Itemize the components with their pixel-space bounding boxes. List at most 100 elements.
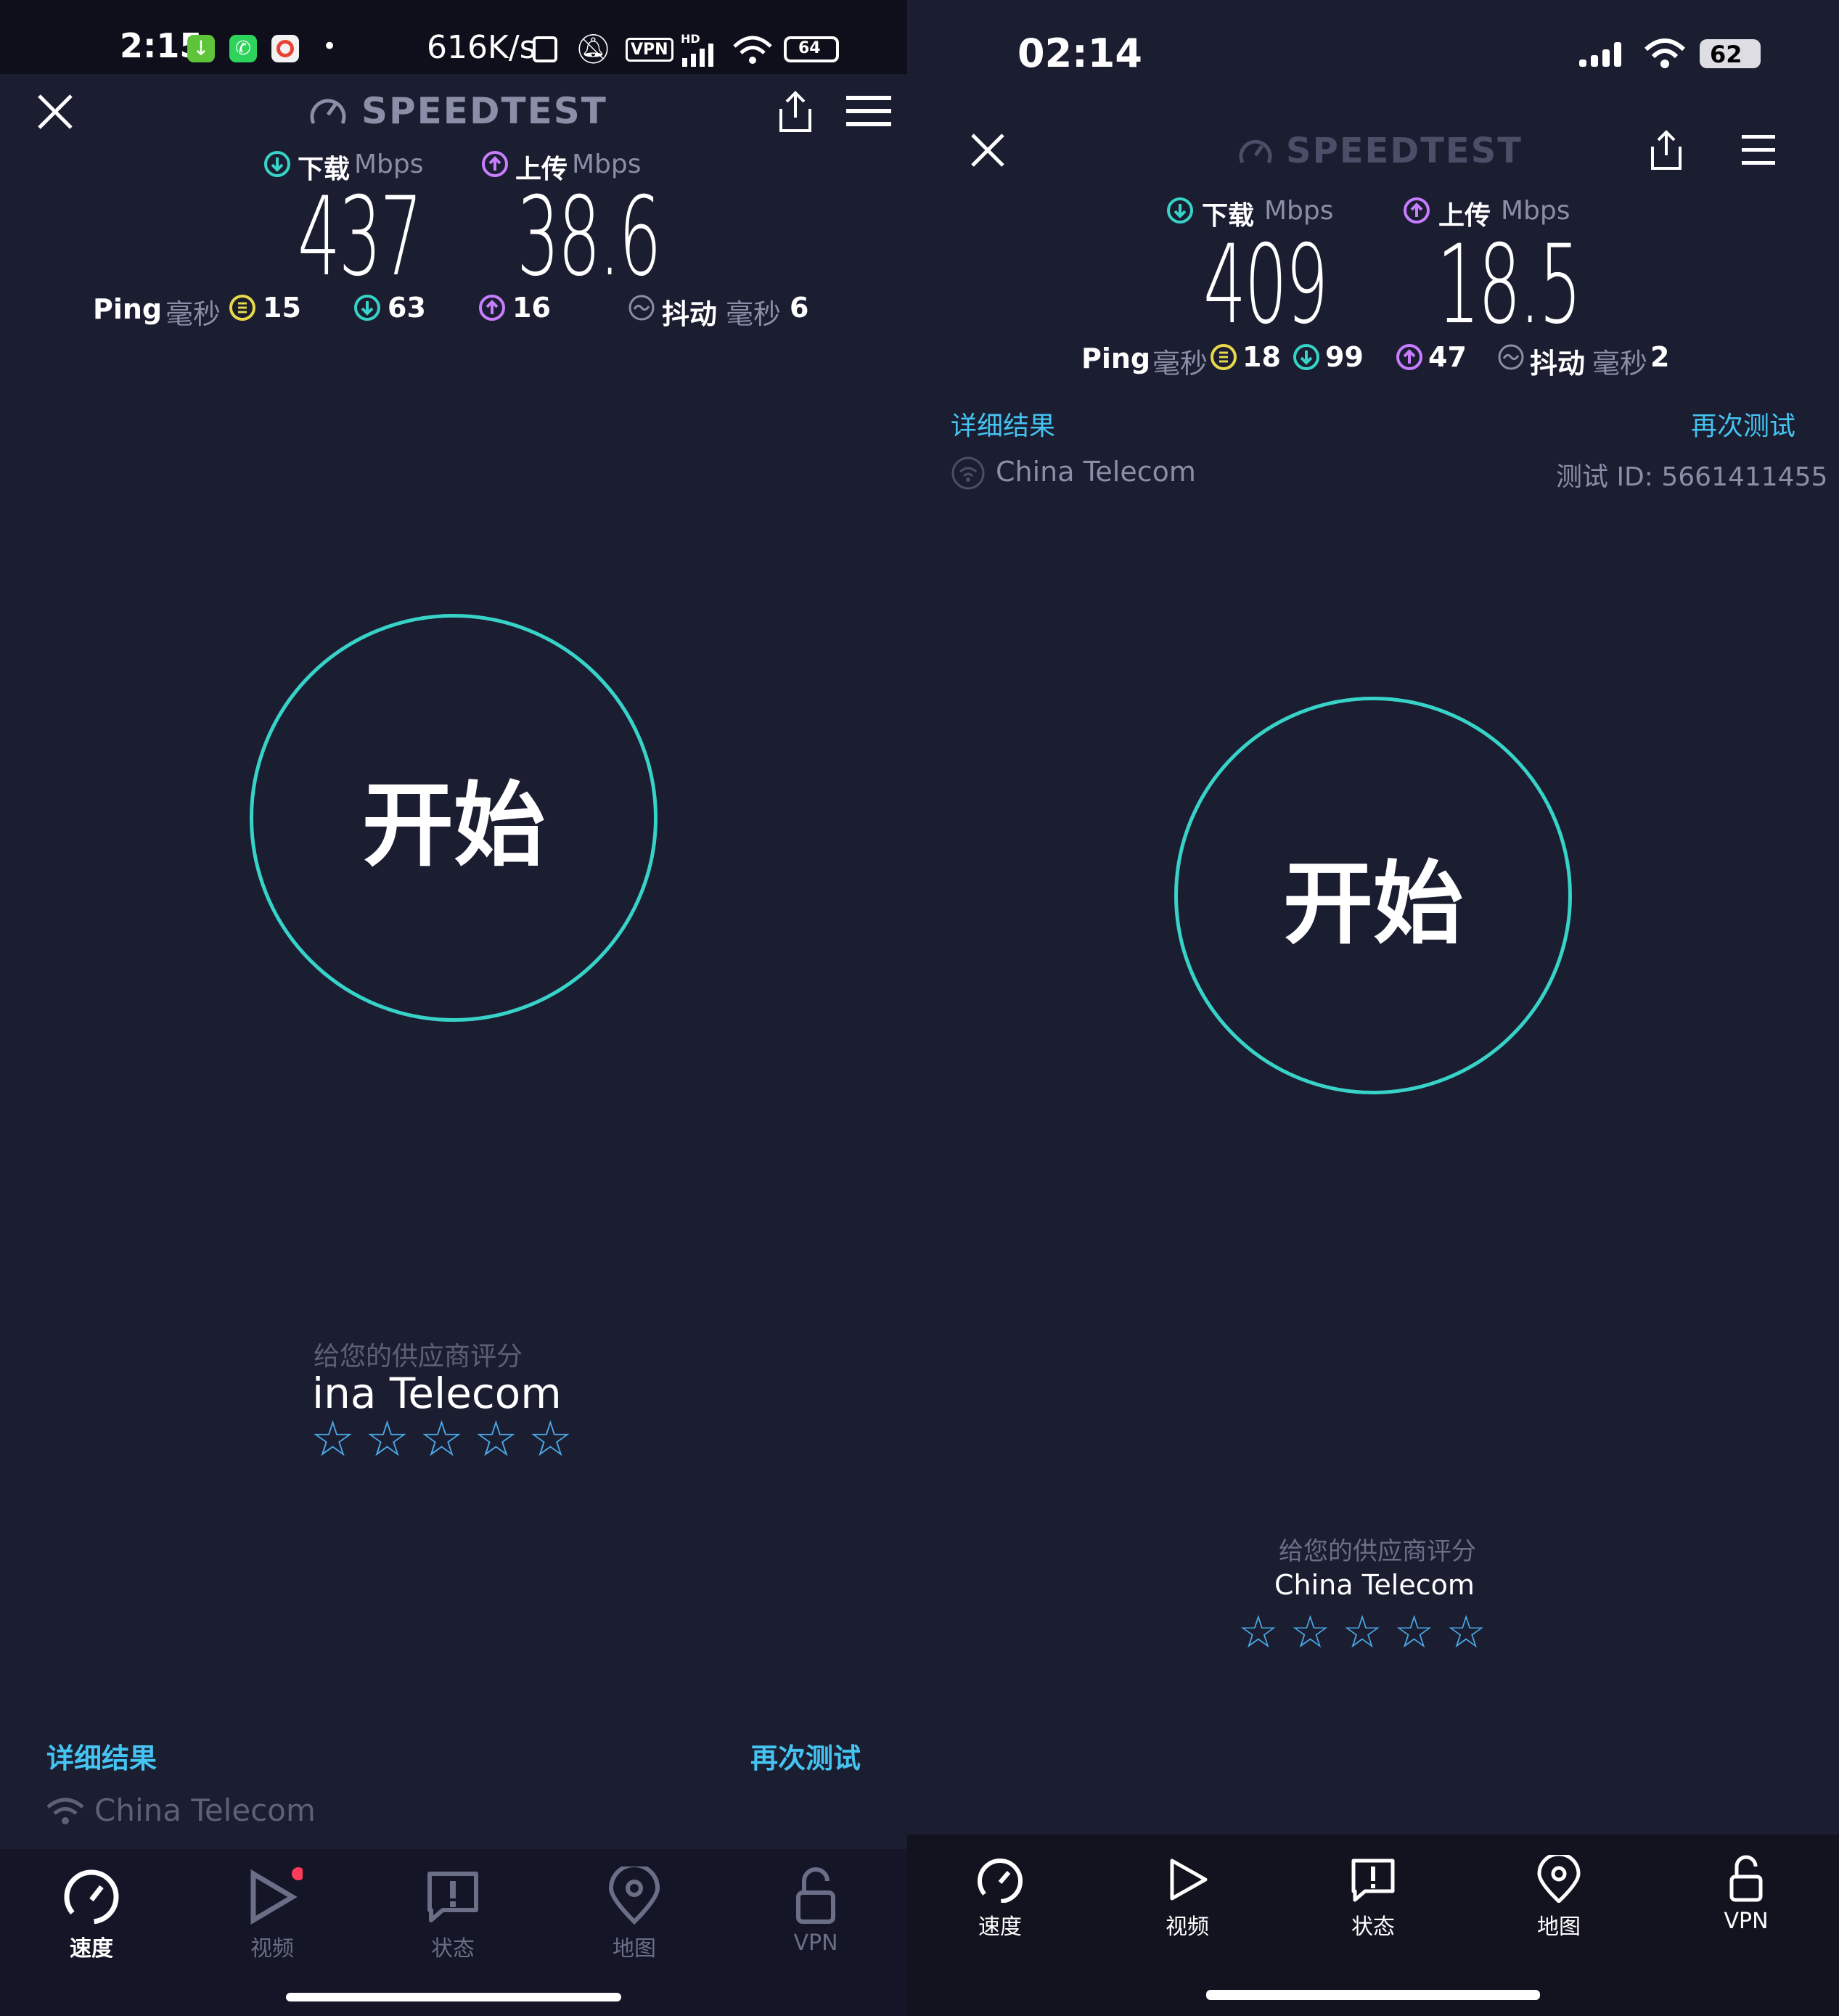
wifi-provider-icon [46, 1798, 84, 1824]
nav-map[interactable]: 地图 [1486, 1855, 1631, 1941]
home-indicator [286, 1993, 621, 2001]
jitter-unit: 毫秒 [726, 298, 782, 330]
wifi-provider-icon [951, 456, 985, 490]
bottom-nav: 速度 视频 状态 地图 VPN [907, 1835, 1839, 2016]
nav-map-label: 地图 [1537, 1914, 1581, 1940]
ping-label: Ping [93, 293, 163, 325]
ping-down-value: 99 [1325, 341, 1364, 373]
browser-app-ring-icon [277, 40, 294, 57]
alert-icon [1351, 1859, 1395, 1902]
map-pin-icon [1537, 1855, 1581, 1903]
wifi-icon [733, 36, 772, 64]
close-icon[interactable] [970, 132, 1006, 168]
jitter-label: 抖动 [662, 298, 718, 330]
cellular-signal-icon [1579, 42, 1621, 67]
alert-icon [427, 1872, 478, 1922]
ping-down-value: 63 [388, 292, 426, 324]
status-time: 02:14 [1017, 30, 1142, 76]
menu-icon[interactable] [846, 94, 891, 128]
battery-level: 64 [798, 39, 821, 57]
lock-icon [1729, 1855, 1763, 1902]
nav-video[interactable]: 视频 [1115, 1855, 1260, 1941]
download-app-icon: ↓ [187, 35, 215, 62]
nav-status[interactable]: 状态 [415, 1867, 491, 1962]
nav-video-label: 视频 [1166, 1914, 1209, 1940]
play-icon [250, 1867, 303, 1925]
star-1-icon[interactable]: ☆ [311, 1415, 355, 1464]
share-icon[interactable] [775, 90, 816, 134]
speedtest-logo-icon [1239, 139, 1272, 164]
retest-link[interactable]: 再次测试 [750, 1736, 861, 1776]
rate-prompt: 给您的供应商评分 [1279, 1537, 1476, 1566]
star-3-icon[interactable]: ☆ [419, 1415, 464, 1464]
ping-unit: 毫秒 [165, 298, 221, 330]
nav-vpn[interactable]: VPN [1674, 1855, 1819, 1934]
nav-video-label: 视频 [250, 1936, 294, 1962]
star-3-icon[interactable]: ☆ [1342, 1610, 1383, 1655]
ping-label: Ping [1081, 343, 1151, 374]
jitter-value: 6 [790, 292, 809, 324]
lock-icon [796, 1867, 835, 1924]
star-2-icon[interactable]: ☆ [365, 1415, 409, 1464]
right-screenshot: 02:14 62 SPEEDTEST 下载 Mbps 上传 Mbps 409 1… [907, 0, 1839, 2016]
details-link[interactable]: 详细结果 [46, 1736, 157, 1776]
nav-map[interactable]: 地图 [597, 1867, 672, 1962]
nav-status-label: 状态 [431, 1936, 475, 1962]
phone-app-icon: ✆ [229, 35, 257, 62]
nav-speed-label: 速度 [70, 1936, 113, 1962]
start-button[interactable]: 开始 [1174, 697, 1572, 1094]
nav-speed-label: 速度 [978, 1914, 1022, 1940]
ping-up-icon [1396, 344, 1422, 370]
bottom-nav: 速度 视频 状态 地图 VPN [0, 1849, 907, 2016]
status-dot: • [322, 32, 337, 61]
ping-up-value: 47 [1428, 341, 1467, 373]
star-4-icon[interactable]: ☆ [474, 1415, 518, 1464]
ping-up-icon [479, 295, 505, 321]
rate-provider-name: China Telecom [1274, 1569, 1475, 1601]
cellular-signal-icon [682, 44, 713, 67]
download-value: 409 [1203, 222, 1329, 348]
nav-vpn[interactable]: VPN [778, 1867, 853, 1956]
upload-arrow-icon [482, 151, 508, 177]
wifi-icon [1644, 38, 1686, 68]
share-icon[interactable] [1647, 129, 1685, 171]
test-id: 测试 ID: 5661411455 [1556, 462, 1828, 492]
nav-speed[interactable]: 速度 [54, 1867, 129, 1962]
battery-level: 62 [1710, 41, 1742, 68]
brand-title: SPEEDTEST [1286, 131, 1523, 171]
rating-stars: ☆ ☆ ☆ ☆ ☆ [311, 1415, 573, 1464]
nav-vpn-label: VPN [1724, 1909, 1769, 1934]
start-label: 开始 [362, 772, 545, 879]
speed-gauge-icon [64, 1869, 119, 1925]
rate-prompt: 给您的供应商评分 [314, 1342, 523, 1372]
upload-arrow-icon [1404, 197, 1430, 224]
star-5-icon[interactable]: ☆ [1446, 1610, 1486, 1655]
nav-speed[interactable]: 速度 [927, 1855, 1073, 1941]
nav-status-label: 状态 [1351, 1914, 1395, 1940]
play-icon [1170, 1859, 1208, 1901]
retest-link[interactable]: 再次测试 [1691, 405, 1795, 443]
speed-gauge-icon [978, 1859, 1023, 1903]
details-link[interactable]: 详细结果 [951, 405, 1055, 443]
upload-value: 18.5 [1437, 222, 1582, 348]
nav-map-label: 地图 [613, 1936, 656, 1962]
menu-icon[interactable] [1742, 134, 1775, 167]
star-5-icon[interactable]: ☆ [528, 1415, 573, 1464]
provider-name: China Telecom [996, 456, 1196, 488]
nav-vpn-label: VPN [793, 1930, 838, 1956]
start-label: 开始 [1282, 852, 1463, 956]
nav-video[interactable]: 视频 [232, 1867, 312, 1962]
start-button[interactable]: 开始 [250, 614, 658, 1022]
nav-status[interactable]: 状态 [1301, 1855, 1446, 1941]
jitter-icon [1498, 344, 1524, 370]
ping-unit: 毫秒 [1152, 348, 1208, 380]
star-4-icon[interactable]: ☆ [1394, 1610, 1435, 1655]
provider-name: China Telecom [94, 1792, 316, 1828]
status-bar: 2:15 ↓ ✆ • 616K/s 🔕︎ VPN HD 64 [0, 0, 907, 74]
star-1-icon[interactable]: ☆ [1238, 1610, 1279, 1655]
brand-title: SPEEDTEST [361, 90, 607, 132]
mute-icon: 🔕︎ [575, 33, 612, 66]
star-2-icon[interactable]: ☆ [1290, 1610, 1331, 1655]
ping-idle-icon [1211, 344, 1237, 370]
close-icon[interactable] [36, 93, 74, 131]
